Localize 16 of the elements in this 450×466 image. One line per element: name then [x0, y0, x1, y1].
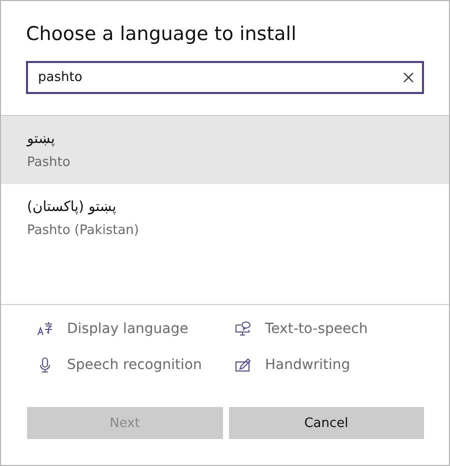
feature-label: Display language: [67, 321, 188, 337]
dialog-title: Choose a language to install: [26, 23, 298, 45]
feature-label: Handwriting: [265, 357, 350, 373]
native-name: پښتو: [27, 130, 55, 146]
clear-icon[interactable]: [403, 72, 414, 83]
pen-icon: [235, 357, 251, 373]
language-name: Pashto: [27, 154, 72, 170]
microphone-icon: [37, 357, 53, 373]
dialog-button[interactable]: Cancel: [228, 407, 424, 439]
language-name: Pashto (Pakistan): [27, 222, 140, 238]
feature-label: Speech recognition: [67, 357, 202, 373]
native-name: پښتو (پاکستان): [27, 198, 116, 214]
speech-monitor-icon: [235, 321, 251, 337]
search-field[interactable]: pashto: [26, 61, 424, 94]
language-icon: [37, 321, 53, 337]
feature-label: Text-to-speech: [265, 321, 368, 337]
